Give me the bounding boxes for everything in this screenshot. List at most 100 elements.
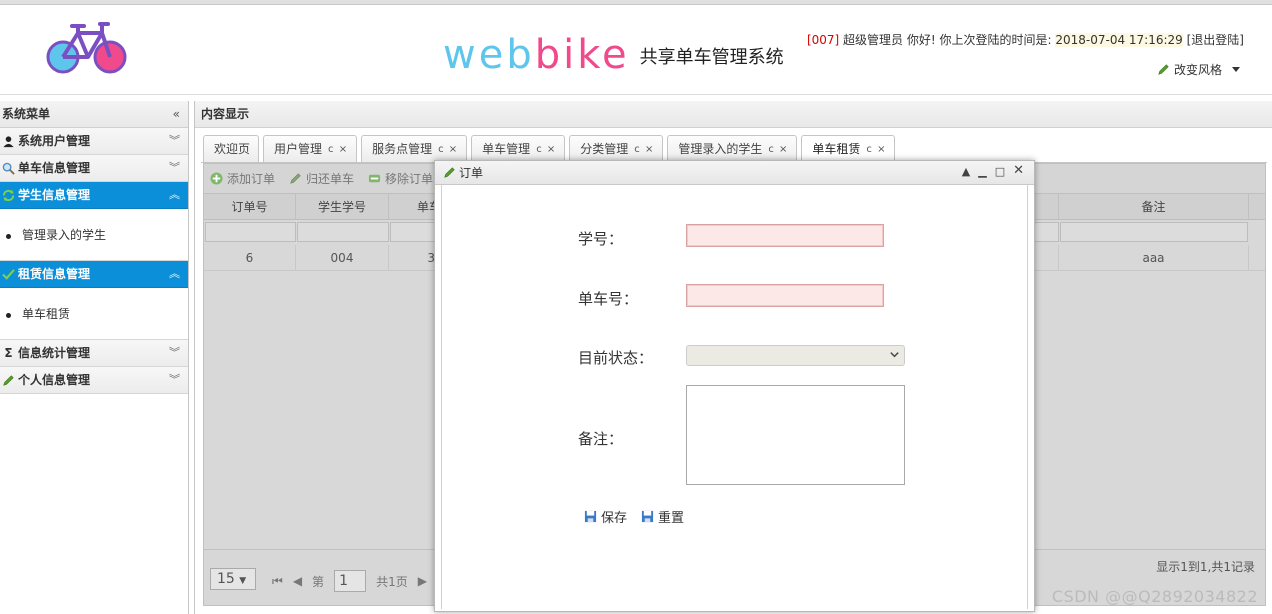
sidebar-group-label: 信息统计管理: [18, 346, 91, 360]
pencil-icon: [444, 167, 455, 178]
tab-bike-management[interactable]: 单车管理 c ×: [471, 135, 566, 162]
column-header-order-id[interactable]: 订单号: [204, 194, 296, 219]
sidebar-group-statistics[interactable]: Σ 信息统计管理 ︾: [0, 340, 188, 367]
sidebar-item-bike-rental[interactable]: 单车租赁: [0, 288, 188, 340]
save-icon: [584, 510, 597, 523]
tab-service-point[interactable]: 服务点管理 c ×: [361, 135, 468, 162]
next-page-icon[interactable]: ▶: [418, 574, 427, 588]
sidebar-title-text: 系统菜单: [2, 107, 51, 121]
sidebar-group-label: 单车信息管理: [18, 161, 91, 175]
pencil-icon: [290, 173, 301, 184]
theme-switcher[interactable]: 改变风格: [1157, 61, 1240, 78]
bike-no-label: 单车号：: [578, 290, 639, 308]
prev-page-icon[interactable]: ◀: [293, 574, 302, 588]
page-nav: ⏮ ◀ 第 1 共1页 ▶: [272, 570, 427, 592]
sidebar-item-label: 管理录入的学生: [22, 228, 107, 242]
add-order-label: 添加订单: [227, 172, 276, 186]
tab-close-icon[interactable]: c ×: [438, 137, 458, 162]
sidebar-group-bikes[interactable]: 单车信息管理 ︾: [0, 155, 188, 182]
tab-close-icon[interactable]: c ×: [768, 137, 788, 162]
sidebar-title: 系统菜单 «: [0, 101, 188, 128]
cell-student-id: 004: [296, 245, 389, 270]
tab-label: 单车租赁: [812, 142, 861, 156]
sidebar-group-label: 学生信息管理: [18, 188, 91, 202]
chevron-down-icon: ︾: [169, 134, 180, 147]
dialog-title: 订单: [459, 165, 484, 180]
sidebar-group-rentals[interactable]: 租赁信息管理 ︽: [0, 261, 188, 288]
chevron-down-icon: [1232, 67, 1240, 72]
bike-no-input[interactable]: [686, 284, 884, 307]
maximize-icon[interactable]: □: [995, 161, 1005, 183]
column-header-student-id[interactable]: 学生学号: [296, 194, 389, 219]
sidebar-group-students[interactable]: 学生信息管理 ︽: [0, 182, 188, 209]
tab-close-icon[interactable]: c ×: [866, 137, 886, 162]
tab-close-icon[interactable]: c ×: [634, 137, 654, 162]
brand-web: web: [443, 32, 535, 78]
dialog-buttons: 保存 重置: [584, 507, 684, 526]
tab-user-management[interactable]: 用户管理 c ×: [263, 135, 358, 162]
collapse-icon[interactable]: ▲: [962, 161, 970, 183]
first-page-icon[interactable]: ⏮: [272, 574, 283, 589]
close-icon[interactable]: ✕: [1013, 161, 1024, 183]
sigma-icon: Σ: [4, 345, 13, 360]
tab-welcome[interactable]: 欢迎页: [203, 135, 260, 162]
pencil-icon: [3, 374, 14, 386]
header: web b ike 共享单车管理系统 [007] 超级管理员 你好! 你上次登陆…: [0, 5, 1272, 95]
tab-label: 管理录入的学生: [678, 141, 763, 156]
brand-subtitle: 共享单车管理系统: [639, 47, 784, 68]
chevron-down-icon: [890, 352, 899, 358]
page-size-value: 15: [217, 571, 235, 587]
cell-order-id: 6: [204, 245, 296, 270]
order-dialog: 订单 ▲ ▁ □ ✕ 学号： 单车号： 目前状态： 备注： 保存 重置: [434, 160, 1035, 612]
return-bike-label: 归还单车: [306, 172, 355, 186]
logout-link[interactable]: [退出登陆]: [1187, 33, 1244, 47]
filter-order-id[interactable]: [205, 222, 296, 242]
brand-b: b: [534, 32, 564, 78]
save-button[interactable]: 保存: [584, 507, 627, 526]
sidebar-group-label: 租赁信息管理: [18, 267, 91, 281]
filter-remark[interactable]: [1060, 222, 1248, 242]
sidebar-group-label: 个人信息管理: [18, 373, 91, 387]
student-no-input[interactable]: [686, 224, 884, 247]
sidebar-group-profile[interactable]: 个人信息管理 ︾: [0, 367, 188, 394]
remove-order-button[interactable]: 移除订单: [368, 170, 433, 187]
minimize-icon[interactable]: ▁: [978, 161, 986, 183]
tab-bike-rental[interactable]: 单车租赁 c ×: [801, 135, 896, 163]
sidebar-group-users[interactable]: 系统用户管理 ︾: [0, 128, 188, 155]
user-icon: [3, 135, 14, 147]
reset-label: 重置: [658, 511, 685, 526]
tab-close-icon[interactable]: c ×: [328, 137, 348, 162]
tab-label: 单车管理: [482, 141, 531, 156]
status-select[interactable]: [686, 345, 905, 366]
remark-textarea[interactable]: [686, 385, 905, 485]
reset-button[interactable]: 重置: [641, 507, 684, 526]
sidebar-item-label: 单车租赁: [22, 307, 71, 321]
cell-remark: aaa: [1059, 245, 1249, 270]
tab-label: 服务点管理: [372, 141, 433, 156]
page-number-input[interactable]: 1: [334, 570, 367, 592]
remark-label: 备注：: [578, 430, 624, 448]
brand-ike: ike: [563, 32, 630, 78]
collapse-icon[interactable]: «: [173, 101, 180, 128]
tab-label: 分类管理: [580, 141, 629, 156]
remove-icon: [368, 174, 381, 183]
tab-close-icon[interactable]: c ×: [536, 137, 556, 162]
tab-managed-students[interactable]: 管理录入的学生 c ×: [667, 135, 798, 162]
add-order-button[interactable]: 添加订单: [210, 170, 275, 187]
sidebar-item-managed-students[interactable]: 管理录入的学生: [0, 209, 188, 261]
chevron-up-icon: ︽: [169, 267, 180, 280]
tab-label: 用户管理: [274, 141, 323, 156]
filter-student-id[interactable]: [297, 222, 389, 242]
last-login-time: 2018-07-04 17:16:29: [1055, 33, 1183, 47]
add-icon: [210, 172, 223, 185]
tab-category[interactable]: 分类管理 c ×: [569, 135, 664, 162]
search-icon: [2, 162, 15, 175]
content-title: 内容显示: [195, 101, 1272, 128]
refresh-icon: [2, 189, 15, 201]
chevron-down-icon: ︾: [169, 161, 180, 174]
save-icon: [641, 510, 654, 523]
column-header-remark[interactable]: 备注: [1059, 194, 1249, 219]
return-bike-button[interactable]: 归还单车: [289, 170, 354, 187]
page-size-select[interactable]: 15 ▼: [210, 568, 256, 590]
tab-bar: 欢迎页 用户管理 c × 服务点管理 c × 单车管理 c × 分类管理 c × 管理录…: [203, 135, 896, 163]
